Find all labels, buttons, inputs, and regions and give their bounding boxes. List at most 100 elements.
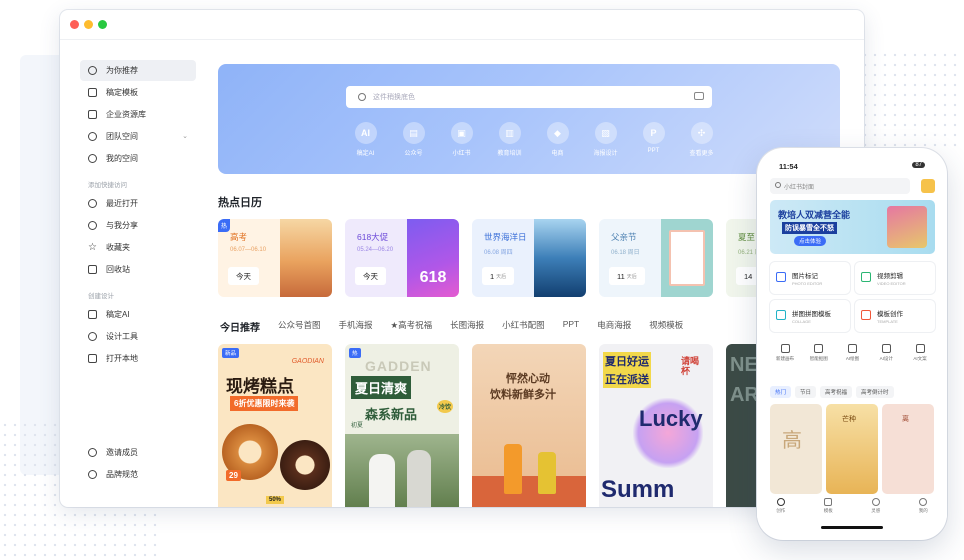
vip-icon[interactable]: [921, 179, 935, 193]
phone-banner[interactable]: 教培人双减营全能 防误暴雪全不怒 点击体验: [770, 200, 935, 254]
tool-photo-editor[interactable]: 图片标记 PHOTO EDITOR: [770, 262, 850, 294]
sidebar-item-my-space[interactable]: 我的空间: [80, 148, 196, 169]
quick-action-new-canvas[interactable]: 新建画布: [770, 344, 800, 362]
hot-card-dates: 06.08 周四: [484, 250, 513, 256]
phone-banner-title: 教培人双减营全能: [778, 210, 851, 220]
hot-card-title: 父亲节: [611, 232, 637, 242]
clock-icon: [88, 199, 97, 208]
minimize-dot[interactable]: [84, 20, 93, 29]
sidebar-item-invite[interactable]: 邀请成员: [80, 442, 196, 463]
template-photo: [345, 434, 459, 507]
tab-xiaohongshu[interactable]: 小红书配图: [502, 319, 545, 334]
template-text: GADDEN: [365, 358, 432, 374]
template-card-pastry[interactable]: 新品 GAODIAN 现烤糕点 6折优惠限时来袭 29 50%: [218, 344, 332, 507]
video-editor-icon: [861, 272, 871, 282]
sidebar-item-trash[interactable]: 回收站: [80, 259, 196, 280]
quick-action-cutout[interactable]: 智能抠图: [804, 344, 834, 362]
maximize-dot[interactable]: [98, 20, 107, 29]
sidebar-item-design-tools[interactable]: 设计工具: [80, 326, 196, 347]
chevron-down-icon[interactable]: ⌄: [182, 132, 188, 140]
hot-card-gaokao[interactable]: 热 高考 06.07—06.10 今天: [218, 219, 332, 297]
quick-action-label: AI绘图: [845, 356, 860, 361]
hot-card-ocean-day[interactable]: 世界海洋日 06.08 周四 1 天后: [472, 219, 586, 297]
tool-video-editor[interactable]: 视频剪辑 VIDEO EDITOR: [855, 262, 935, 294]
tool-label: 视频剪辑: [877, 273, 903, 280]
template-card-drink[interactable]: 怦然心动 饮料新鲜多汁: [472, 344, 586, 507]
template-text: GAODIAN: [291, 358, 324, 365]
hot-card-day: 11 天后: [609, 267, 645, 285]
close-dot[interactable]: [70, 20, 79, 29]
camera-icon[interactable]: [694, 92, 704, 100]
cutout-icon: [814, 344, 824, 353]
category-ppt[interactable]: P PPT: [632, 122, 675, 157]
tab-ppt[interactable]: PPT: [563, 319, 580, 334]
hot-card-618[interactable]: 618大促 05.24—06.20 今天 618: [345, 219, 459, 297]
sidebar-item-enterprise[interactable]: 企业资源库: [80, 104, 196, 125]
search-input[interactable]: 这件稍换底色: [346, 86, 712, 108]
phone-template-tile[interactable]: 芒种: [826, 404, 878, 494]
template-create-icon: [861, 310, 871, 320]
chip-countdown[interactable]: 高考倒计时: [856, 386, 894, 398]
nav-profile[interactable]: 我的: [919, 496, 928, 518]
sidebar-item-label: 回收站: [106, 265, 130, 274]
shop-icon: ◆: [546, 122, 569, 144]
template-card-lucky[interactable]: 夏日好运 正在派送 请喝杯 Lucky Summ: [599, 344, 713, 507]
nav-label: 灵感: [871, 508, 881, 513]
category-official-account[interactable]: ▤ 公众号: [392, 122, 435, 157]
phone-search-input[interactable]: 小红书封面: [770, 178, 910, 194]
tool-sublabel: TEMPLATE: [877, 319, 898, 324]
person-figure: [369, 454, 395, 507]
title-bar: [60, 10, 864, 40]
book-icon: ▥: [498, 122, 521, 144]
phone-banner-button[interactable]: 点击体验: [794, 236, 827, 246]
phone-template-tile[interactable]: 离: [882, 404, 934, 494]
sidebar-item-templates[interactable]: 稿定模板: [80, 82, 196, 103]
donut-image: [280, 440, 330, 490]
quick-action-ai-copy[interactable]: AI文案: [905, 344, 935, 362]
tab-gaokao-wishes[interactable]: ★高考祝福: [391, 319, 433, 334]
tool-collage[interactable]: 拼图拼图模板 COLLAGE: [770, 300, 850, 332]
sidebar-item-shared[interactable]: 与我分享: [80, 215, 196, 236]
sidebar-item-open-local[interactable]: 打开本地: [80, 348, 196, 369]
tab-long-poster[interactable]: 长图海报: [450, 319, 484, 334]
sidebar-item-brand[interactable]: 品牌规范: [80, 464, 196, 485]
hot-card-fathers-day[interactable]: 父亲节 06.18 周日 11 天后: [599, 219, 713, 297]
sidebar-item-label: 最近打开: [106, 199, 138, 208]
tab-official-account-cover[interactable]: 公众号首图: [278, 319, 321, 334]
tab-ecommerce-poster[interactable]: 电商海报: [597, 319, 631, 334]
sidebar-item-recommend[interactable]: 为你推荐: [80, 60, 196, 81]
sidebar-item-team[interactable]: 团队空间 ⌄: [80, 126, 196, 147]
category-ai[interactable]: AI 稿定AI: [344, 122, 387, 157]
chip-festival[interactable]: 节日: [795, 386, 817, 398]
sidebar-item-recent[interactable]: 最近打开: [80, 193, 196, 214]
nav-templates[interactable]: 模板: [824, 496, 833, 518]
sidebar-item-label: 我的空间: [106, 154, 138, 163]
sidebar-item-label: 企业资源库: [106, 110, 146, 119]
sidebar-item-label: 稿定模板: [106, 88, 138, 97]
quick-action-ai-draw[interactable]: AI绘图: [838, 344, 868, 362]
category-xiaohongshu[interactable]: ▣ 小红书: [440, 122, 483, 157]
nav-inspiration[interactable]: 灵感: [871, 496, 880, 518]
sidebar-item-label: 稿定AI: [106, 310, 130, 319]
tab-video-template[interactable]: 视频模板: [649, 319, 683, 334]
bottle-image: [504, 444, 522, 494]
template-card-summer[interactable]: 热 GADDEN 夏日清爽 森系新品 冷饮 初夏: [345, 344, 459, 507]
quick-action-ai-design[interactable]: AI设计: [871, 344, 901, 362]
sidebar-item-label: 团队空间: [106, 132, 138, 141]
banner-illustration: [887, 206, 927, 248]
sidebar-item-label: 打开本地: [106, 354, 138, 363]
phone-template-tile[interactable]: 高: [770, 404, 822, 494]
sidebar-item-favorites[interactable]: ☆ 收藏夹: [80, 237, 196, 258]
phone-banner-subtitle: 防误暴雪全不怒: [782, 222, 837, 234]
chip-hot[interactable]: 热门: [770, 386, 792, 398]
chip-gaokao[interactable]: 高考祝福: [820, 386, 853, 398]
category-education[interactable]: ▥ 教育培训: [488, 122, 531, 157]
category-ecommerce[interactable]: ◆ 电商: [536, 122, 579, 157]
category-more[interactable]: ✣ 查看更多: [680, 122, 723, 157]
hot-card-image: [534, 219, 586, 297]
tab-mobile-poster[interactable]: 手机海报: [339, 319, 373, 334]
sidebar-item-ai[interactable]: 稿定AI: [80, 304, 196, 325]
nav-create[interactable]: 创作: [776, 496, 785, 518]
category-poster[interactable]: ▧ 海报设计: [584, 122, 627, 157]
tool-template[interactable]: 模板创作 TEMPLATE: [855, 300, 935, 332]
